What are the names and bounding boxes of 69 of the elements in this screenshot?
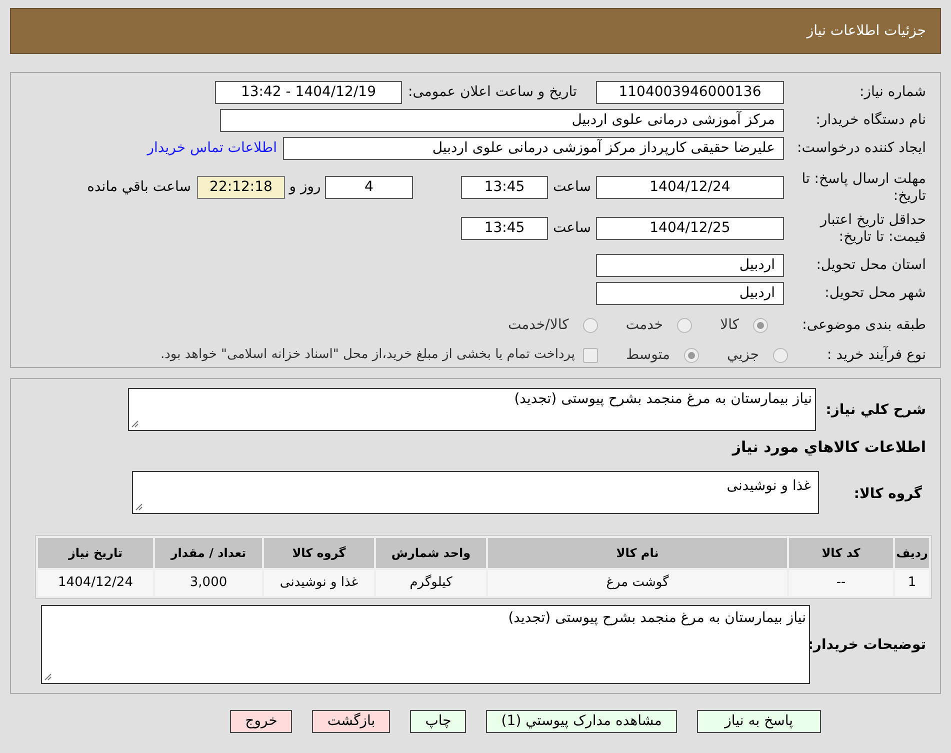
contact-link[interactable]: اطلاعات تماس خریدار (147, 138, 277, 160)
action-button[interactable]: چاپ (410, 710, 466, 733)
value-field: 1104003946000136 (596, 81, 784, 104)
value-field: 13:45 (461, 217, 548, 240)
field-label: نوع فرآیند خرید : (826, 346, 926, 364)
radio-button[interactable] (677, 318, 692, 333)
value-field: 1404/12/24 (596, 176, 784, 200)
field-label: شهر محل تحویل: (824, 284, 926, 302)
column-header: تعداد / مقدار (155, 538, 262, 568)
goods-group-field: غذا و نوشیدنی (132, 470, 819, 514)
section-heading: اطلاعات کالاهاي مورد نیاز (730, 437, 926, 458)
column-header: کد کالا (789, 538, 893, 568)
field-label: تاریخ و ساعت اعلان عمومی: (407, 84, 578, 102)
table-cell: 1404/12/24 (38, 570, 153, 596)
value-field: اردبیل (596, 282, 784, 305)
action-button[interactable]: بازگشت (312, 710, 390, 733)
value-field: اردبیل (596, 254, 784, 277)
buyer-notes-field: نیاز بیمارستان به مرغ منجمد بشرح پیوستی (تجدید) (41, 604, 810, 684)
field-label: مهلت ارسال پاسخ: تا تاریخ: (800, 170, 926, 205)
radio-label: جزيي (727, 346, 759, 365)
resize-grip-icon (131, 420, 139, 428)
payment-note: پرداخت تمام یا بخشی از مبلغ خرید،از محل "اسناد خزانه اسلامی" خواهد بود. (160, 346, 576, 364)
action-button[interactable]: پاسخ به نیاز (696, 710, 821, 733)
remaining-time-field: 22:12:18 (197, 176, 285, 200)
column-header: نام کالا (488, 538, 787, 568)
radio-button[interactable] (773, 348, 788, 363)
column-header: تاریخ نیاز (38, 538, 153, 568)
field-label: شرح کلي نیاز: (824, 401, 926, 420)
value-field: 1404/12/25 (596, 217, 784, 240)
radio-label: متوسط (626, 346, 670, 365)
resize-grip-icon (44, 672, 52, 680)
days-field: 4 (325, 176, 413, 200)
column-header: ردیف (895, 538, 929, 568)
column-header: گروه کالا (264, 538, 374, 568)
value-field: 1404/12/19 - 13:42 (215, 81, 402, 104)
value-field: 13:45 (461, 176, 548, 200)
checkbox[interactable] (583, 348, 598, 363)
radio-button[interactable] (582, 318, 598, 333)
column-header: واحد شمارش (376, 538, 486, 568)
field-label: طبقه بندی موضوعی: (801, 316, 926, 334)
action-button[interactable]: خروج (230, 710, 292, 733)
page-title: جزئیات اطلاعات نیاز (806, 22, 926, 40)
table-cell: -- (789, 570, 893, 596)
summary-field: نیاز بیمارستان به مرغ منجمد بشرح پیوستی (تجدید) (128, 388, 816, 431)
field-label: حداقل تاریخ اعتبار قیمت: تا تاریخ: (818, 212, 926, 246)
table-cell: 3,000 (155, 570, 262, 596)
days-label: روز و (288, 178, 322, 198)
field-label: گروه کالا: (852, 484, 923, 504)
radio-label: خدمت (626, 316, 664, 335)
field-label: ایجاد کننده درخواست: (796, 140, 926, 158)
value-field: علیرضا حقیقی کارپرداز مرکز آموزشی درمانی علوی اردبیل (283, 137, 784, 160)
field-label: استان محل تحویل: (815, 257, 926, 274)
radio-button[interactable] (753, 318, 768, 333)
action-button[interactable]: مشاهده مدارک پیوستي (1) (486, 710, 677, 733)
table-cell: 1 (895, 570, 929, 596)
time-label: ساعت (552, 178, 592, 198)
time-label: ساعت (552, 219, 592, 238)
field-label: شماره نیاز: (858, 84, 926, 102)
table-cell: غذا و نوشیدنی (264, 570, 374, 596)
radio-button[interactable] (684, 348, 700, 363)
field-label: توضیحات خریدار: (810, 636, 926, 654)
resize-grip-icon (135, 502, 143, 510)
value-field: مرکز آموزشی درمانی علوی اردبیل (220, 109, 784, 132)
remaining-label: ساعت باقي مانده (87, 178, 191, 198)
radio-label: کالا/خدمت (508, 316, 569, 335)
table-cell: گوشت مرغ (488, 570, 787, 596)
field-label: نام دستگاه خریدار: (814, 112, 926, 130)
table-cell: کیلوگرم (376, 570, 486, 596)
radio-label: کالا (720, 316, 739, 335)
